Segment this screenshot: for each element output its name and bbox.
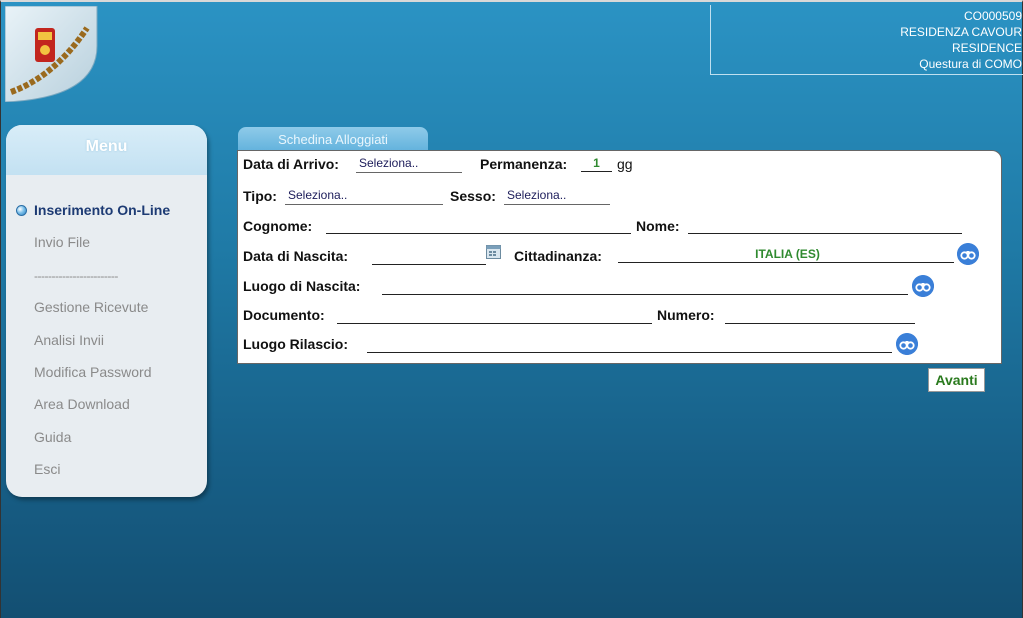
search-luogo-nascita-binoculars-icon[interactable] [912,275,934,297]
nome-input[interactable] [688,216,962,234]
cittadinanza-input[interactable]: ITALIA (ES) [618,245,954,263]
structure-type: RESIDENCE [951,41,1022,55]
data-arrivo-label: Data di Arrivo: [243,156,339,172]
sidebar-item-guida[interactable]: Guida [6,427,207,459]
sidebar-item-gestione-ricevute[interactable]: Gestione Ricevute [6,297,207,329]
cognome-label: Cognome: [243,218,313,234]
separator-text: ------------------------ [34,268,118,283]
luogo-rilascio-input[interactable] [367,335,892,353]
bullet-icon [16,205,27,216]
schedina-form: Data di Arrivo: Seleziona.. Permanenza: … [237,150,1002,364]
sidebar-item-label: Analisi Invii [34,331,105,348]
structure-info-box: CO000509 RESIDENZA CAVOUR RESIDENCE Ques… [710,5,1023,75]
search-luogo-rilascio-binoculars-icon[interactable] [896,333,918,355]
documento-label: Documento: [243,307,325,323]
menu-title: Menu [6,125,207,175]
questura-name: Questura di COMO [919,57,1022,71]
data-arrivo-select[interactable]: Seleziona.. [356,155,462,173]
tipo-label: Tipo: [243,188,277,204]
servizio-alloggiati-logo [5,6,98,102]
permanenza-label: Permanenza: [480,156,568,172]
data-nascita-input[interactable] [372,247,486,265]
cittadinanza-label: Cittadinanza: [514,248,602,264]
sidebar-item-label: Area Download [34,396,130,413]
search-cittadinanza-binoculars-icon[interactable] [957,243,979,265]
sidebar-item-invio-file[interactable]: Invio File [6,232,207,264]
calendar-icon[interactable] [486,244,501,259]
luogo-rilascio-label: Luogo Rilascio: [243,336,348,352]
luogo-nascita-label: Luogo di Nascita: [243,278,361,294]
numero-label: Numero: [657,307,715,323]
documento-input[interactable] [337,306,652,324]
nome-label: Nome: [636,218,680,234]
structure-name: RESIDENZA CAVOUR [900,25,1022,39]
luogo-nascita-input[interactable] [382,277,908,295]
sidebar-item-inserimento-online[interactable]: Inserimento On-Line [6,200,207,232]
sidebar-item-modifica-password[interactable]: Modifica Password [6,362,207,394]
numero-input[interactable] [725,306,915,324]
data-nascita-label: Data di Nascita: [243,248,349,264]
sidebar-item-label: Modifica Password [34,363,152,380]
sidebar-item-label: Inserimento On-Line [34,202,171,218]
permanenza-unit: gg [617,156,633,172]
tipo-select[interactable]: Seleziona.. [285,187,443,205]
sidebar-item-label: Esci [34,461,61,478]
sesso-label: Sesso: [450,188,496,204]
structure-code: CO000509 [963,9,1022,23]
sidebar-item-area-download[interactable]: Area Download [6,394,207,426]
menu-list: Inserimento On-Line Invio File ---------… [6,175,207,492]
sesso-select[interactable]: Seleziona.. [504,187,610,205]
sidebar-item-label: Invio File [34,234,91,251]
sidebar-item-analisi-invii[interactable]: Analisi Invii [6,330,207,362]
sidebar-menu: Menu Inserimento On-Line Invio File ----… [6,125,207,497]
sidebar-item-esci[interactable]: Esci [6,459,207,491]
cognome-input[interactable] [326,216,631,234]
avanti-button[interactable]: Avanti [928,368,985,392]
sidebar-item-label: Guida [34,428,72,445]
sidebar-separator: ------------------------ [6,265,207,297]
permanenza-input[interactable]: 1 [581,154,612,172]
sidebar-item-label: Gestione Ricevute [34,299,149,316]
